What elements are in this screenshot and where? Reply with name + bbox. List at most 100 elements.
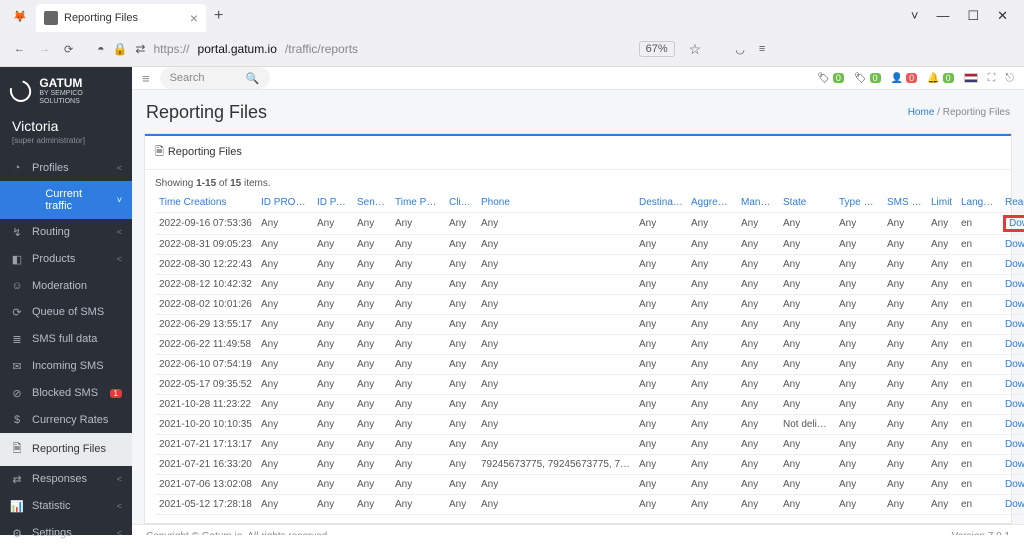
sidebar-item-sms-full-data[interactable]: ≣SMS full data (0, 326, 132, 353)
search-input[interactable]: Search 🔍 (160, 67, 270, 89)
sidebar-item-profiles[interactable]: ◔Profiles< (0, 155, 132, 181)
table-body: 2022-09-16 07:53:36AnyAnyAnyAnyAnyAnyAny… (155, 213, 1024, 515)
url-input[interactable]: ◓ 🔒 ⇄ https://portal.gatum.io/traffic/re… (89, 36, 709, 62)
download-link[interactable]: Download (1005, 479, 1024, 490)
download-link[interactable]: Download (1005, 459, 1024, 470)
sidebar-item-queue-of-sms[interactable]: ⟳Queue of SMS (0, 299, 132, 326)
download-link[interactable]: Download (1005, 359, 1024, 370)
cell-idp: Any (257, 335, 313, 355)
col-time-creations[interactable]: Time Creations (155, 193, 257, 213)
cell-limit: Any (927, 395, 957, 415)
cell-period: Any (391, 295, 445, 315)
col-type-send[interactable]: Type Send (835, 193, 883, 213)
sidebar-item-incoming-sms[interactable]: ✉Incoming SMS (0, 353, 132, 380)
cell-time: 2022-08-30 12:22:43 (155, 255, 257, 275)
col-sender[interactable]: Sender (353, 193, 391, 213)
sidebar-item-currency-rates[interactable]: $Currency Rates (0, 407, 132, 433)
expand-icon[interactable]: ⛶ (988, 72, 996, 85)
cell-dest: Any (635, 455, 687, 475)
col-language[interactable]: Language (957, 193, 1001, 213)
user-badge[interactable]: 👤0 (891, 73, 917, 84)
download-link[interactable]: Download (1005, 439, 1024, 450)
sidebar-item-current-traffic[interactable]: Current traffic˅ (0, 181, 132, 219)
sidebar-item-moderation[interactable]: ☺Moderation (0, 273, 132, 299)
bell-badge[interactable]: 🔔0 (927, 73, 953, 84)
col-phone[interactable]: Phone (477, 193, 635, 213)
cell-tsend: Any (835, 275, 883, 295)
cell-tsend: Any (835, 255, 883, 275)
tag-badge-2[interactable]: 🏷0 (854, 73, 881, 84)
cell-period: Any (391, 495, 445, 515)
cell-idp: Any (257, 295, 313, 315)
close-window-icon[interactable]: ✕ (997, 8, 1008, 24)
cell-client: Any (445, 435, 477, 455)
cell-client: Any (445, 475, 477, 495)
download-link[interactable]: Download (1005, 399, 1024, 410)
hamburger-icon[interactable]: ≡ (142, 71, 150, 86)
new-tab-button[interactable]: + (214, 7, 223, 25)
cell-mgr: Any (737, 213, 779, 235)
download-link[interactable]: Download (1005, 419, 1024, 430)
forward-icon[interactable]: → (39, 43, 50, 56)
cell-ready: Download (1001, 435, 1024, 455)
cell-phone: Any (477, 435, 635, 455)
cell-idpart: Any (313, 455, 353, 475)
download-link[interactable]: Download (1005, 239, 1024, 250)
cell-time: 2022-08-02 10:01:26 (155, 295, 257, 315)
cell-sender: Any (353, 213, 391, 235)
cell-idpart: Any (313, 355, 353, 375)
sidebar-item-statistic[interactable]: 📊Statistic< (0, 493, 132, 520)
tag-badge[interactable]: 🏷0 (817, 73, 844, 84)
cell-stype: Any (883, 375, 927, 395)
col-time-period[interactable]: Time Period (391, 193, 445, 213)
cell-limit: Any (927, 255, 957, 275)
sidebar-item-settings[interactable]: ⚙Settings< (0, 520, 132, 547)
maximize-icon[interactable]: ☐ (967, 8, 979, 24)
sidebar-item-routing[interactable]: ↯Routing< (0, 219, 132, 246)
sidebar-item-products[interactable]: ◧Products< (0, 246, 132, 273)
col-client[interactable]: Client (445, 193, 477, 213)
nav-label: SMS full data (32, 333, 97, 345)
pocket-icon[interactable]: ◡ (735, 43, 745, 56)
download-link[interactable]: Download (1005, 217, 1024, 230)
download-link[interactable]: Download (1005, 379, 1024, 390)
cell-time: 2021-05-12 17:28:18 (155, 495, 257, 515)
download-link[interactable]: Download (1005, 259, 1024, 270)
sidebar-item-blocked-sms[interactable]: ⊘Blocked SMS1 (0, 380, 132, 407)
sidebar-item-responses[interactable]: ⇄Responses< (0, 466, 132, 493)
back-icon[interactable]: ← (14, 43, 25, 56)
cell-client: Any (445, 395, 477, 415)
bookmark-icon[interactable]: ☆ (689, 41, 702, 58)
cell-agg: Any (687, 213, 737, 235)
download-link[interactable]: Download (1005, 339, 1024, 350)
minimize-icon[interactable]: — (936, 8, 949, 24)
cell-state: Any (779, 315, 835, 335)
download-link[interactable]: Download (1005, 299, 1024, 310)
col-id-provider[interactable]: ID PROVIDER (257, 193, 313, 213)
col-limit[interactable]: Limit (927, 193, 957, 213)
col-state[interactable]: State (779, 193, 835, 213)
col-aggregator[interactable]: Aggregator (687, 193, 737, 213)
col-manager[interactable]: Manager (737, 193, 779, 213)
logout-icon[interactable]: ⎋ (1005, 72, 1014, 85)
col-ready[interactable]: Ready (1001, 193, 1024, 213)
crumb-home[interactable]: Home (908, 107, 935, 118)
sidebar-item-reporting-files[interactable]: 🗎Reporting Files (0, 433, 132, 466)
zoom-level[interactable]: 67% (639, 41, 675, 57)
cell-dest: Any (635, 475, 687, 495)
col-destination[interactable]: Destination (635, 193, 687, 213)
reload-icon[interactable]: ⟳ (64, 43, 73, 56)
flag-icon[interactable] (964, 73, 978, 83)
menu-icon[interactable]: ≡ (759, 43, 765, 56)
download-link[interactable]: Download (1005, 319, 1024, 330)
cell-sender: Any (353, 335, 391, 355)
tab-close-icon[interactable]: × (190, 10, 198, 26)
col-sms-type[interactable]: SMS type (883, 193, 927, 213)
topbar: ≡ Search 🔍 🏷0 🏷0 👤0 🔔0 ⛶ ⎋ (132, 67, 1024, 90)
browser-tab[interactable]: Reporting Files × (36, 4, 206, 32)
cell-lang: en (957, 375, 1001, 395)
download-link[interactable]: Download (1005, 499, 1024, 510)
chevron-down-icon[interactable]: ˅ (911, 8, 919, 24)
download-link[interactable]: Download (1005, 279, 1024, 290)
col-id-part[interactable]: ID PART (313, 193, 353, 213)
